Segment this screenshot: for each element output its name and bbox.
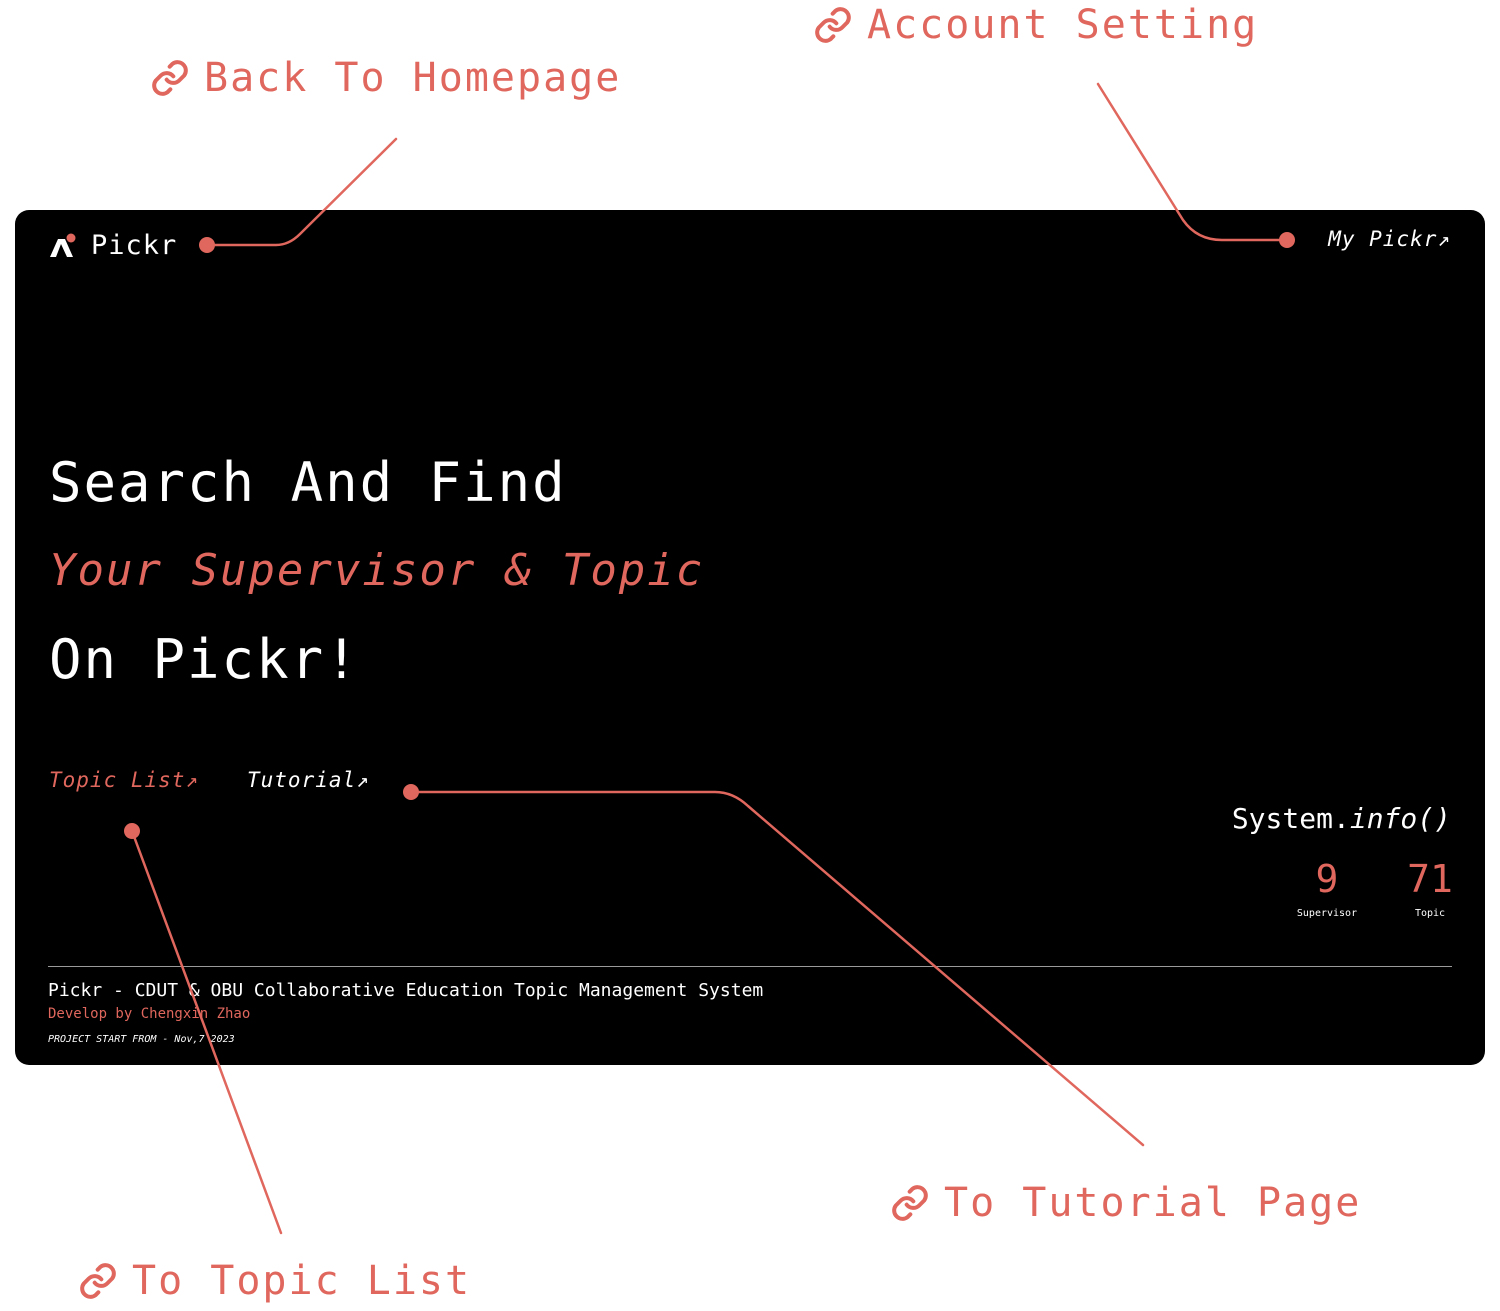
annotation-leader-lines	[124, 82, 1295, 1235]
leader-account-setting	[1096, 82, 1289, 242]
leader-dot-topic-list	[124, 823, 140, 839]
leader-back-homepage	[205, 137, 398, 247]
leader-dot-homepage	[199, 237, 215, 253]
leader-tutorial	[409, 790, 1145, 1147]
leader-topic-list	[130, 829, 283, 1235]
leader-dot-tutorial	[403, 784, 419, 800]
leader-dot-account	[1279, 232, 1295, 248]
